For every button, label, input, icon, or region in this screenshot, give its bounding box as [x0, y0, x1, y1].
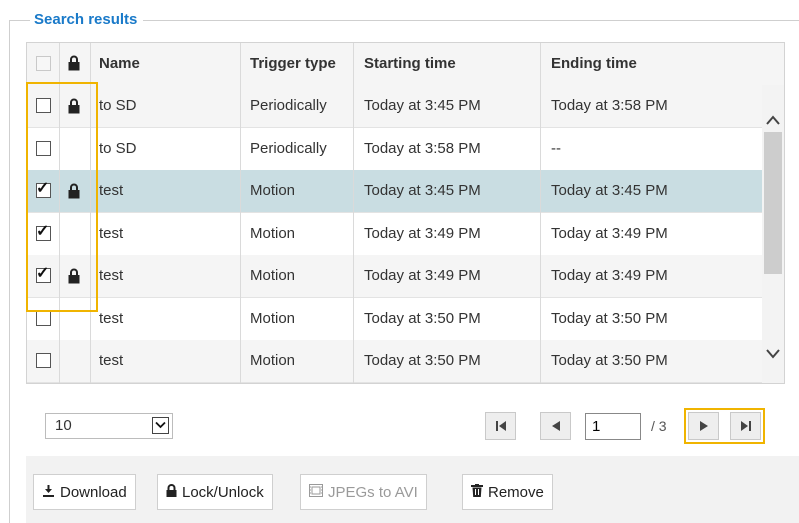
cell-name: to SD [99, 97, 137, 114]
cell-trigger-type: Motion [250, 309, 296, 327]
table-row[interactable]: test Motion Today at 3:50 PM Today at 3:50 … [27, 340, 762, 383]
results-per-page-select[interactable]: 10 [45, 413, 173, 439]
cell-name: test [99, 224, 124, 242]
last-page-button[interactable] [730, 412, 761, 440]
row-checkbox[interactable]: ✓ [36, 223, 51, 241]
cell-trigger-type: Motion [250, 267, 296, 284]
table-row[interactable]: ✓ test Motion Today at 3:49 PM Today at 3:49… [27, 255, 762, 298]
previous-page-icon [551, 421, 560, 431]
cell-trigger-type: Motion [250, 224, 296, 242]
column-header-ending-time[interactable]: Ending time [551, 43, 637, 85]
cell-ending-time: Today at 3:49 PM [551, 224, 668, 242]
table-row[interactable]: to SD Periodically Today at 3:45 PM Today a… [27, 85, 762, 128]
lock-icon [68, 183, 80, 199]
previous-page-button[interactable] [540, 412, 571, 440]
download-icon [42, 475, 55, 509]
chevron-down-icon[interactable] [152, 417, 169, 434]
cell-starting-time: Today at 3:45 PM [364, 97, 481, 114]
column-divider [59, 43, 60, 383]
lock-icon [68, 268, 80, 284]
cell-name: test [99, 267, 124, 284]
table-row[interactable]: test Motion Today at 3:50 PM Today at 3:50 … [27, 297, 762, 341]
cell-ending-time: -- [551, 139, 561, 157]
cell-name: test [99, 352, 124, 369]
cell-ending-time: Today at 3:49 PM [551, 267, 668, 284]
table-header: Name Trigger type Starting time Ending t… [27, 43, 784, 86]
cell-ending-time: Today at 3:58 PM [551, 97, 668, 114]
cell-starting-time: Today at 3:58 PM [364, 139, 481, 157]
column-header-name[interactable]: Name [99, 43, 140, 85]
first-page-icon [495, 421, 506, 431]
cell-ending-time: Today at 3:50 PM [551, 309, 668, 327]
select-all-checkbox[interactable] [36, 56, 51, 71]
table-row[interactable]: ✓ test Motion Today at 3:49 PM Today at 3:49… [27, 212, 762, 256]
column-divider [90, 43, 91, 383]
cell-trigger-type: Periodically [250, 97, 327, 114]
cell-trigger-type: Motion [250, 352, 296, 369]
column-divider [540, 43, 541, 383]
row-checkbox[interactable]: ✓ [36, 265, 51, 283]
row-checkbox[interactable] [36, 353, 51, 368]
table-row[interactable]: to SD Periodically Today at 3:58 PM -- [27, 127, 762, 171]
row-checkbox[interactable] [36, 98, 51, 113]
jpegs-to-avi-button[interactable]: JPEGs to AVI [300, 474, 427, 510]
download-label: Download [60, 484, 127, 501]
film-icon [309, 475, 323, 509]
lock-icon [68, 98, 80, 114]
remove-button[interactable]: Remove [462, 474, 553, 510]
vertical-scrollbar[interactable] [762, 85, 784, 383]
row-checkbox[interactable]: ✓ [36, 180, 51, 198]
cell-ending-time: Today at 3:45 PM [551, 182, 668, 199]
results-table: Name Trigger type Starting time Ending t… [26, 42, 785, 384]
cell-name: to SD [99, 139, 137, 157]
cell-starting-time: Today at 3:45 PM [364, 182, 481, 199]
section-title: Search results [30, 10, 144, 30]
row-checkbox[interactable] [36, 140, 51, 156]
row-checkbox[interactable] [36, 310, 51, 326]
cell-trigger-type: Motion [250, 182, 296, 199]
checkmark-icon: ✓ [36, 222, 50, 240]
lock-unlock-label: Lock/Unlock [182, 484, 264, 501]
scroll-down-icon[interactable] [762, 343, 784, 365]
column-divider [240, 43, 241, 383]
remove-label: Remove [488, 484, 544, 501]
checkmark-icon: ✓ [36, 180, 50, 197]
cell-starting-time: Today at 3:50 PM [364, 352, 481, 369]
results-per-page-value: 10 [55, 417, 72, 434]
checkmark-icon: ✓ [36, 265, 50, 282]
jpegs-to-avi-label: JPEGs to AVI [328, 484, 418, 501]
next-page-icon [699, 421, 708, 431]
cell-trigger-type: Periodically [250, 139, 327, 157]
cell-starting-time: Today at 3:49 PM [364, 224, 481, 242]
lock-unlock-button[interactable]: Lock/Unlock [157, 474, 273, 510]
trash-icon [471, 475, 483, 509]
cell-ending-time: Today at 3:50 PM [551, 352, 668, 369]
cell-name: test [99, 182, 124, 199]
download-button[interactable]: Download [33, 474, 136, 510]
column-header-starting-time[interactable]: Starting time [364, 43, 456, 85]
last-page-icon [740, 421, 751, 431]
first-page-button[interactable] [485, 412, 516, 440]
lock-header-icon [68, 55, 80, 71]
next-page-button[interactable] [688, 412, 719, 440]
scroll-up-icon[interactable] [762, 109, 784, 131]
table-row[interactable]: ✓ test Motion Today at 3:45 PM Today at 3:45… [27, 170, 762, 213]
lock-icon [166, 475, 177, 509]
cell-name: test [99, 309, 124, 327]
page-total-label: / 3 [651, 418, 667, 434]
fieldset-border-left [9, 20, 10, 523]
column-header-trigger-type[interactable]: Trigger type [250, 43, 336, 85]
cell-starting-time: Today at 3:49 PM [364, 267, 481, 284]
cell-starting-time: Today at 3:50 PM [364, 309, 481, 327]
column-divider [353, 43, 354, 383]
page-number-input[interactable] [585, 413, 641, 440]
scrollbar-thumb[interactable] [764, 132, 782, 274]
